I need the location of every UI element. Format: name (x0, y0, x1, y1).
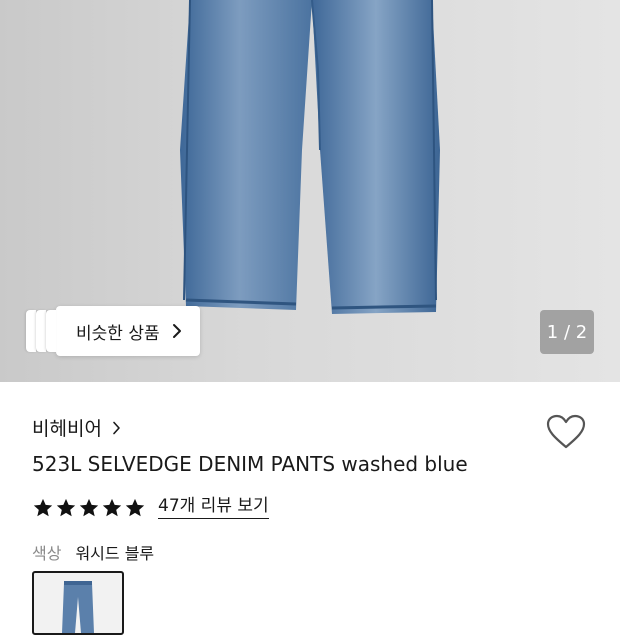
similar-products-pill[interactable]: 비슷한 상품 (56, 306, 200, 356)
image-page-indicator: 1 / 2 (540, 310, 594, 354)
color-option-row: 색상 워시드 블루 (32, 540, 154, 564)
chevron-right-icon (113, 421, 120, 434)
star-icon (33, 498, 53, 516)
color-label: 색상 (32, 544, 62, 563)
rating-stars (32, 497, 146, 519)
similar-products-button[interactable]: 비슷한 상품 (26, 306, 200, 356)
review-link[interactable]: 47개 리뷰 보기 (158, 496, 269, 519)
brand-link[interactable]: 비헤비어 (32, 414, 121, 441)
swatch-thumbnail-jeans (62, 581, 94, 633)
star-icon (125, 498, 145, 516)
product-title: 523L SELVEDGE DENIM PANTS washed blue (32, 452, 468, 476)
similar-products-label: 비슷한 상품 (76, 323, 160, 344)
brand-name: 비헤비어 (32, 418, 102, 440)
chevron-right-icon (172, 324, 181, 338)
similar-products-stack (26, 306, 56, 356)
rating-row: 47개 리뷰 보기 (32, 496, 269, 519)
color-swatch-selected[interactable] (32, 571, 124, 635)
star-icon (79, 498, 99, 516)
product-image-gallery[interactable]: 비슷한 상품 1 / 2 (0, 0, 620, 382)
star-icon (102, 498, 122, 516)
color-value: 워시드 블루 (75, 544, 155, 563)
heart-icon[interactable] (546, 414, 586, 450)
star-icon (56, 498, 76, 516)
